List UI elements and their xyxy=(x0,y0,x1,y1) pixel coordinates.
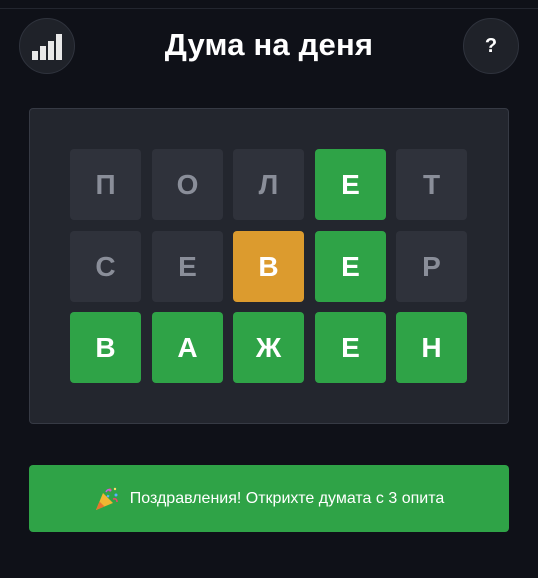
board-row-2: С Е В Е Р xyxy=(70,231,470,302)
tile: В xyxy=(233,231,304,302)
success-message: Поздравления! Открихте думата с 3 опита xyxy=(29,465,509,532)
tile: В xyxy=(70,312,141,383)
page-title: Дума на деня xyxy=(164,27,374,62)
top-divider xyxy=(0,8,538,9)
tile: Н xyxy=(396,312,467,383)
tile: Е xyxy=(315,149,386,220)
board-row-1: П О Л Е Т xyxy=(70,149,470,220)
tile: О xyxy=(152,149,223,220)
party-popper-icon xyxy=(95,487,118,510)
success-message-text: Поздравления! Открихте думата с 3 опита xyxy=(129,489,445,507)
tile: С xyxy=(70,231,141,302)
help-button[interactable]: ? xyxy=(463,18,519,74)
tile: Е xyxy=(315,312,386,383)
tile: Е xyxy=(152,231,223,302)
tile: Т xyxy=(396,149,467,220)
tile: Р xyxy=(396,231,467,302)
game-board: П О Л Е Т С Е В Е Р В А Ж Е Н xyxy=(29,108,509,424)
tile: Л xyxy=(233,149,304,220)
board-row-3: В А Ж Е Н xyxy=(70,312,470,383)
help-icon: ? xyxy=(484,35,498,57)
tile: П xyxy=(70,149,141,220)
tile: Е xyxy=(315,231,386,302)
tile: Ж xyxy=(233,312,304,383)
tile: А xyxy=(152,312,223,383)
header: Дума на деня ? xyxy=(0,10,538,80)
